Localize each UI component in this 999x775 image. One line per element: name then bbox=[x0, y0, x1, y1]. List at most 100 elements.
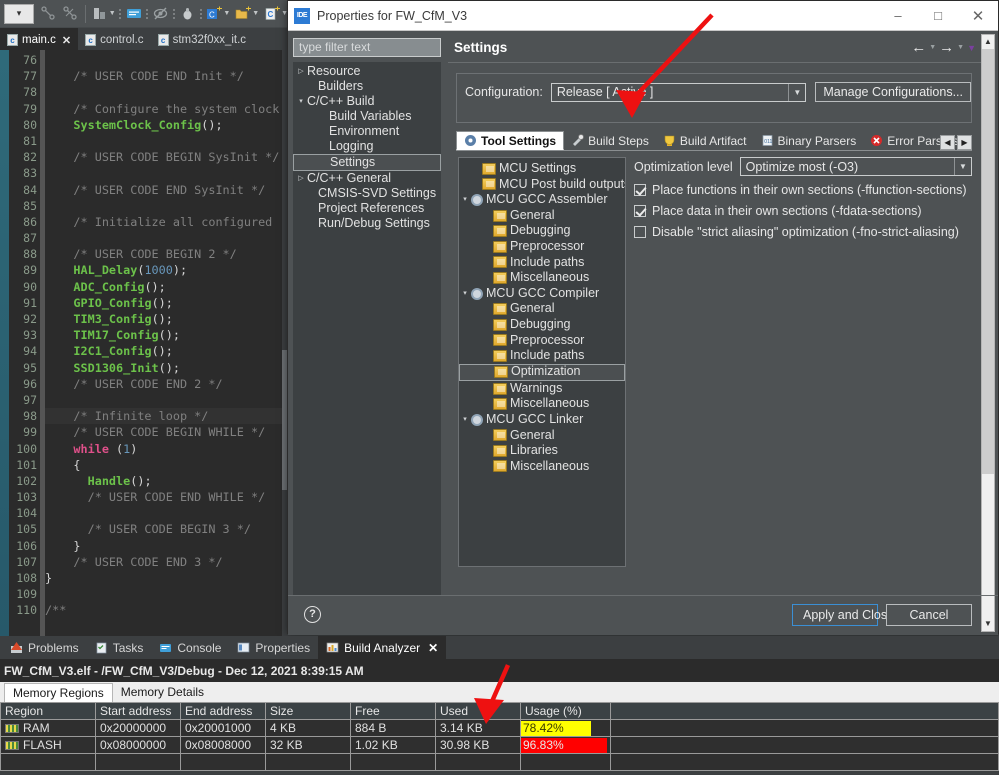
apply-and-close-button[interactable]: Apply and Close bbox=[792, 604, 894, 626]
code-line[interactable]: { bbox=[45, 457, 282, 473]
tool-tree-item-mcu-gcc-linker[interactable]: ▾ MCU GCC Linker bbox=[459, 412, 625, 428]
tree-item-run-debug-settings[interactable]: Run/Debug Settings bbox=[293, 216, 441, 231]
code-line[interactable] bbox=[45, 230, 282, 246]
tab-binary-parsers[interactable]: 011 Binary Parsers bbox=[754, 131, 864, 150]
code-line[interactable]: /* USER CODE BEGIN WHILE */ bbox=[45, 424, 282, 440]
tool-tree-item-libraries[interactable]: Libraries bbox=[459, 443, 625, 459]
close-icon[interactable]: ✕ bbox=[62, 34, 71, 47]
tool-tree-item-mcu-settings[interactable]: MCU Settings bbox=[459, 161, 625, 177]
table-row[interactable]: FLASH 0x08000000 0x08008000 32 KB 1.02 KB 30.… bbox=[0, 736, 999, 754]
bottom-tab-tasks[interactable]: Tasks bbox=[87, 636, 152, 659]
code-line[interactable]: /** bbox=[45, 602, 282, 618]
chevron-right-icon[interactable]: ▷ bbox=[295, 171, 307, 186]
bottom-tab-problems[interactable]: Problems bbox=[2, 636, 87, 659]
collapse-all-icon[interactable] bbox=[89, 3, 111, 25]
checkbox-row[interactable]: Place data in their own sections (-fdata… bbox=[634, 204, 972, 218]
tool-tree-item-optimization[interactable]: Optimization bbox=[459, 363, 625, 381]
tool-tree-item-include-paths[interactable]: Include paths bbox=[459, 348, 625, 364]
hide-icon[interactable] bbox=[150, 3, 172, 25]
code-line[interactable]: ADC_Config(); bbox=[45, 279, 282, 295]
maximize-button[interactable]: □ bbox=[918, 1, 958, 30]
tab-scroll-right-icon[interactable]: ▶ bbox=[957, 135, 972, 150]
checkbox-row[interactable]: Place functions in their own sections (-… bbox=[634, 183, 972, 197]
column-header[interactable]: Usage (%) bbox=[520, 702, 611, 720]
chevron-right-icon[interactable]: ▷ bbox=[295, 64, 307, 79]
code-line[interactable]: /* USER CODE END Init */ bbox=[45, 68, 282, 84]
code-line[interactable]: /* USER CODE END 2 */ bbox=[45, 376, 282, 392]
dialog-vertical-scrollbar[interactable]: ▲ ▼ bbox=[981, 34, 995, 632]
code-line[interactable]: /* USER CODE BEGIN 3 */ bbox=[45, 521, 282, 537]
code-line[interactable]: /* USER CODE END 3 */ bbox=[45, 554, 282, 570]
close-icon[interactable]: ✕ bbox=[428, 641, 438, 655]
table-row[interactable]: RAM 0x20000000 0x20001000 4 KB 884 B 3.14 KB 7… bbox=[0, 719, 999, 737]
tree-item-builders[interactable]: Builders bbox=[293, 79, 441, 94]
code-line[interactable] bbox=[45, 84, 282, 100]
chevron-down-icon[interactable]: ▾ bbox=[295, 94, 307, 109]
chevron-down-icon[interactable]: ▼ bbox=[954, 158, 971, 175]
tool-tree-item-miscellaneous[interactable]: Miscellaneous bbox=[459, 270, 625, 286]
tab-scroll-left-icon[interactable]: ◀ bbox=[940, 135, 955, 150]
tree-item-environment[interactable]: Environment bbox=[293, 124, 441, 139]
scroll-up-icon[interactable]: ▲ bbox=[982, 35, 994, 49]
code-line[interactable]: /* USER CODE BEGIN SysInit */ bbox=[45, 149, 282, 165]
console-icon[interactable] bbox=[123, 3, 145, 25]
column-header[interactable]: End address bbox=[180, 702, 266, 720]
checkbox[interactable] bbox=[634, 226, 646, 238]
chevron-down-icon[interactable]: ▾ bbox=[459, 412, 471, 428]
code-line[interactable]: SystemClock_Config(); bbox=[45, 117, 282, 133]
tool-tree-item-mcu-post-build-outputs[interactable]: MCU Post build outputs bbox=[459, 177, 625, 193]
optimization-level-select[interactable]: Optimize most (-O3) ▼ bbox=[739, 157, 972, 176]
manage-configurations-button[interactable]: Manage Configurations... bbox=[815, 82, 971, 102]
code-line[interactable]: } bbox=[45, 570, 282, 586]
minimize-button[interactable]: – bbox=[878, 1, 918, 30]
tab-tool-settings[interactable]: Tool Settings bbox=[456, 131, 565, 150]
code-line[interactable]: /* USER CODE BEGIN 2 */ bbox=[45, 246, 282, 262]
code-line[interactable]: I2C1_Config(); bbox=[45, 343, 282, 359]
dialog-title-bar[interactable]: IDE Properties for FW_CfM_V3 – □ ✕ bbox=[288, 1, 998, 31]
code-line[interactable]: /* Configure the system clock bbox=[45, 101, 282, 117]
tool-tree-item-debugging[interactable]: Debugging bbox=[459, 223, 625, 239]
column-header[interactable]: Start address bbox=[95, 702, 181, 720]
dialog-scroll-thumb[interactable] bbox=[982, 49, 994, 474]
checkbox[interactable] bbox=[634, 184, 646, 196]
code-line[interactable] bbox=[45, 52, 282, 68]
column-header[interactable] bbox=[610, 702, 999, 720]
code-line[interactable]: /* USER CODE END WHILE */ bbox=[45, 489, 282, 505]
tree-item-build-variables[interactable]: Build Variables bbox=[293, 109, 441, 124]
link-with-editor-icon[interactable] bbox=[38, 3, 60, 25]
code-line[interactable]: while (1) bbox=[45, 441, 282, 457]
subtab-memory-details[interactable]: Memory Details bbox=[112, 683, 213, 702]
code-line[interactable] bbox=[45, 392, 282, 408]
tool-tree-item-warnings[interactable]: Warnings bbox=[459, 381, 625, 397]
column-header[interactable]: Used bbox=[435, 702, 521, 720]
code-line[interactable]: } bbox=[45, 538, 282, 554]
editor-tab-stm32f0xx-it-c[interactable]: c stm32f0xx_it.c bbox=[151, 28, 254, 50]
chevron-down-icon[interactable]: ▾ bbox=[459, 192, 471, 208]
help-icon[interactable]: ? bbox=[304, 606, 321, 623]
code-line[interactable] bbox=[45, 505, 282, 521]
editor-tab-control-c[interactable]: c control.c bbox=[78, 28, 150, 50]
subtab-memory-regions[interactable]: Memory Regions bbox=[4, 683, 113, 702]
back-icon[interactable]: ← bbox=[911, 39, 926, 56]
checkbox[interactable] bbox=[634, 205, 646, 217]
new-c-project-icon[interactable]: C bbox=[203, 3, 225, 25]
bottom-tab-build-analyzer[interactable]: Build Analyzer ✕ bbox=[318, 636, 447, 659]
code-line[interactable] bbox=[45, 133, 282, 149]
code-line[interactable]: SSD1306_Init(); bbox=[45, 360, 282, 376]
tree-item-settings[interactable]: Settings bbox=[293, 154, 441, 171]
code-line[interactable]: GPIO_Config(); bbox=[45, 295, 282, 311]
properties-tree[interactable]: ▷ Resource Builders ▾ C/C++ Build Build Var… bbox=[293, 62, 441, 595]
code-line[interactable]: HAL_Delay(1000); bbox=[45, 262, 282, 278]
code-line[interactable] bbox=[45, 198, 282, 214]
back-dropdown-icon[interactable]: ▼ bbox=[929, 44, 936, 51]
checkbox-row[interactable]: Disable "strict aliasing" optimization (… bbox=[634, 225, 972, 239]
code-text[interactable]: /* USER CODE END Init */ /* Configure th… bbox=[45, 50, 282, 636]
tool-tree-item-preprocessor[interactable]: Preprocessor bbox=[459, 333, 625, 349]
tool-tree-item-general[interactable]: General bbox=[459, 208, 625, 224]
code-line[interactable]: /* Initialize all configured bbox=[45, 214, 282, 230]
tool-tree-item-mcu-gcc-compiler[interactable]: ▾ MCU GCC Compiler bbox=[459, 286, 625, 302]
tree-item-cmsis-svd-settings[interactable]: CMSIS-SVD Settings bbox=[293, 186, 441, 201]
perspective-combo[interactable]: ▾ bbox=[4, 3, 34, 24]
code-line[interactable]: TIM3_Config(); bbox=[45, 311, 282, 327]
tool-tree-item-general[interactable]: General bbox=[459, 301, 625, 317]
